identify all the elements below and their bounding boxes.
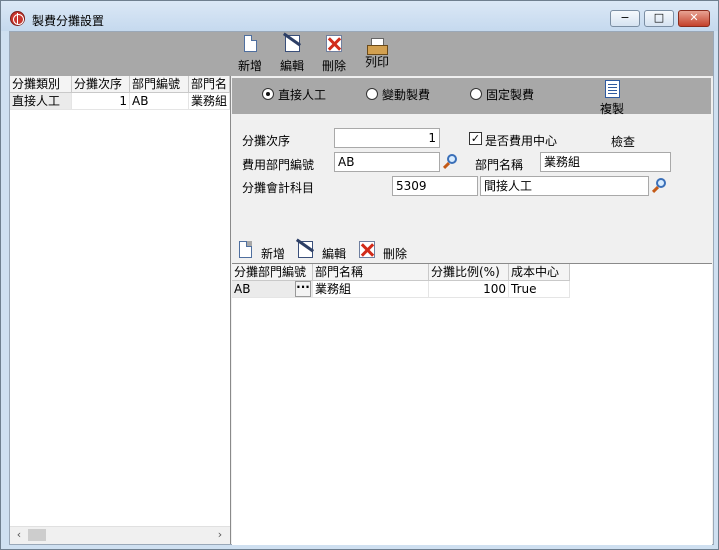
radio-unchecked-icon xyxy=(470,88,482,100)
cost-center-label: 是否費用中心 xyxy=(485,134,558,148)
detail-edit-label: 編輯 xyxy=(322,247,347,261)
account-code-input[interactable]: 5309 xyxy=(392,176,478,196)
delete-icon xyxy=(326,35,342,52)
detail-edit-button[interactable]: 編輯 xyxy=(297,240,353,262)
table-row-alloc-dept-code[interactable]: AB ··· xyxy=(232,281,313,298)
printer-icon xyxy=(367,38,388,55)
dept-name-label: 部門名稱 xyxy=(475,158,524,172)
column-header-order[interactable]: 分攤次序 xyxy=(72,76,130,93)
copy-list-icon xyxy=(605,80,620,98)
table-row-dept-code[interactable]: AB xyxy=(130,93,189,110)
dept-code-input[interactable]: AB xyxy=(334,152,440,172)
edit-button[interactable]: 編輯 xyxy=(278,34,306,74)
check-button[interactable]: 檢查 xyxy=(611,133,635,150)
detail-toolbar: 新增 編輯 刪除 xyxy=(231,236,713,264)
delete-icon xyxy=(359,241,375,258)
detail-new-button[interactable]: 新增 xyxy=(239,240,289,262)
order-input[interactable]: 1 xyxy=(334,128,440,148)
alloc-dept-code-value: AB xyxy=(234,282,251,296)
scrollbar-thumb[interactable] xyxy=(28,529,46,541)
cost-center-checkbox[interactable]: ✓ xyxy=(469,132,482,145)
detail-new-label: 新增 xyxy=(261,247,286,261)
radio-unchecked-icon xyxy=(366,88,378,100)
table-row-order[interactable]: 1 xyxy=(72,93,130,110)
new-document-icon xyxy=(244,35,257,52)
title-bar: 製費分攤設置 − □ ✕ xyxy=(1,1,718,31)
copy-button[interactable]: 複製 xyxy=(597,78,627,116)
new-document-icon xyxy=(239,241,252,258)
radio-fixed-overhead-label: 固定製費 xyxy=(486,88,535,102)
delete-button-label: 刪除 xyxy=(321,59,346,73)
edit-icon xyxy=(285,35,300,52)
scroll-left-icon[interactable]: ‹ xyxy=(13,529,25,541)
main-toolbar: 新增 編輯 刪除 列印 xyxy=(10,32,713,76)
client-area: 新增 編輯 刪除 列印 分攤類別 分攤次序 部門編號 部門名 直接人工 1 AB xyxy=(9,31,714,545)
horizontal-scrollbar[interactable]: ‹ › xyxy=(10,526,230,544)
lookup-ellipsis-button[interactable]: ··· xyxy=(295,281,311,297)
detail-delete-button[interactable]: 刪除 xyxy=(358,240,414,262)
column-header-dept-code[interactable]: 部門編號 xyxy=(130,76,189,93)
table-row-cost-center[interactable]: True xyxy=(509,281,570,298)
window-title: 製費分攤設置 xyxy=(32,14,105,28)
dept-code-label: 費用部門編號 xyxy=(242,158,315,172)
detail-delete-label: 刪除 xyxy=(383,247,408,261)
minimize-button[interactable]: − xyxy=(610,10,640,27)
dept-search-icon[interactable] xyxy=(442,153,460,171)
radio-direct-labor-label: 直接人工 xyxy=(278,88,327,102)
scroll-right-icon[interactable]: › xyxy=(214,529,226,541)
new-button-label: 新增 xyxy=(237,59,262,73)
app-logo-icon xyxy=(10,11,25,26)
print-button[interactable]: 列印 xyxy=(363,34,391,74)
cost-type-selector: 直接人工 變動製費 固定製費 複製 xyxy=(232,78,711,116)
column-header-dept-name[interactable]: 部門名 xyxy=(189,76,230,93)
print-button-label: 列印 xyxy=(364,55,389,69)
column-header-alloc-dept-code[interactable]: 分攤部門編號 xyxy=(232,264,313,281)
account-name-input[interactable]: 間接人工 xyxy=(480,176,649,196)
new-button[interactable]: 新增 xyxy=(236,34,264,74)
dept-name-input[interactable]: 業務組 xyxy=(540,152,671,172)
detail-panel: 直接人工 變動製費 固定製費 複製 分攤次序 1 ✓ 是否費用中心 檢查 費用部… xyxy=(231,76,713,545)
allocation-list-grid[interactable]: 分攤類別 分攤次序 部門編號 部門名 直接人工 1 AB 業務組 ‹ › xyxy=(10,76,231,544)
table-row-category[interactable]: 直接人工 xyxy=(10,93,72,110)
app-window: 製費分攤設置 − □ ✕ 新增 編輯 刪除 列印 分攤類別 分攤次序 部門編號 … xyxy=(0,0,719,550)
radio-checked-icon xyxy=(262,88,274,100)
table-row-alloc-ratio[interactable]: 100 xyxy=(429,281,509,298)
column-header-category[interactable]: 分攤類別 xyxy=(10,76,72,93)
allocation-detail-grid[interactable]: 分攤部門編號 部門名稱 分攤比例(%) 成本中心 AB ··· 業務組 100 … xyxy=(232,263,712,545)
radio-variable-overhead-label: 變動製費 xyxy=(382,88,431,102)
account-search-icon[interactable] xyxy=(651,177,669,195)
delete-button[interactable]: 刪除 xyxy=(320,34,348,74)
column-header-alloc-dept-name[interactable]: 部門名稱 xyxy=(313,264,429,281)
column-header-alloc-ratio[interactable]: 分攤比例(%) xyxy=(429,264,509,281)
maximize-button[interactable]: □ xyxy=(644,10,674,27)
copy-button-label: 複製 xyxy=(599,102,624,116)
edit-button-label: 編輯 xyxy=(279,59,304,73)
table-row-dept-name[interactable]: 業務組 xyxy=(189,93,230,110)
column-header-cost-center[interactable]: 成本中心 xyxy=(509,264,570,281)
table-row-alloc-dept-name[interactable]: 業務組 xyxy=(313,281,429,298)
edit-icon xyxy=(298,241,313,258)
close-button[interactable]: ✕ xyxy=(678,10,710,27)
order-label: 分攤次序 xyxy=(242,134,291,148)
account-label: 分攤會計科目 xyxy=(242,181,315,195)
